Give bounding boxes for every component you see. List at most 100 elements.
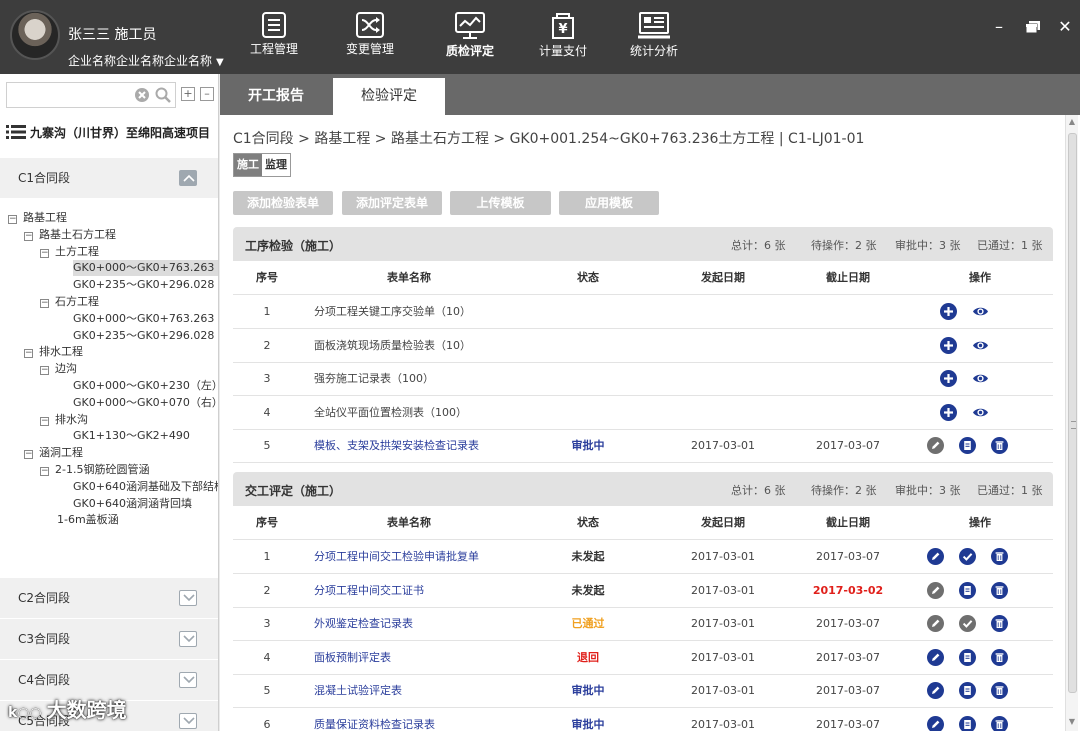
tree-node[interactable]: GK0+000～GK0+230（左） xyxy=(73,378,218,394)
scroll-up-icon[interactable]: ▲ xyxy=(1067,117,1077,127)
delete-trash-icon[interactable] xyxy=(991,682,1008,699)
document-icon[interactable] xyxy=(959,437,976,454)
delete-trash-icon[interactable] xyxy=(991,615,1008,632)
tree-node[interactable]: GK1+130～GK2+490 xyxy=(73,428,190,444)
section-c3[interactable]: C3合同段 xyxy=(0,619,218,659)
tree-node[interactable]: − 路基工程 xyxy=(8,210,67,226)
collapse-toggle-icon[interactable]: − xyxy=(24,450,33,460)
nav-measurement-payment[interactable]: ¥ 计量支付 xyxy=(521,8,605,66)
form-name-link[interactable]: 外观鉴定检查记录表 xyxy=(314,617,413,630)
nav-change-management[interactable]: 变更管理 xyxy=(328,8,412,66)
chevron-down-icon[interactable] xyxy=(179,672,197,688)
edit-pencil-icon[interactable] xyxy=(927,548,944,565)
collapse-toggle-icon[interactable]: − xyxy=(40,467,49,476)
nav-quality-inspection[interactable]: 质检评定 xyxy=(428,8,512,66)
edit-pencil-icon[interactable] xyxy=(927,648,944,666)
avatar[interactable] xyxy=(10,10,60,60)
add-inspection-form-button[interactable]: 添加检验表单 xyxy=(233,191,333,215)
tree-node[interactable]: −2-1.5钢筋砼圆管涵 xyxy=(40,462,149,478)
search-icon[interactable] xyxy=(155,87,171,103)
collapse-toggle-icon[interactable]: − xyxy=(40,366,49,376)
vertical-scrollbar[interactable]: ▲ ▼ xyxy=(1065,115,1078,731)
tree-node[interactable]: GK0+000～GK0+763.263 xyxy=(73,311,214,327)
restore-button[interactable] xyxy=(1022,16,1044,38)
chevron-up-icon[interactable] xyxy=(179,170,197,186)
delete-trash-icon[interactable] xyxy=(991,581,1008,599)
tree-node[interactable]: − 边沟 xyxy=(40,361,77,377)
delete-trash-icon[interactable] xyxy=(991,648,1008,666)
chevron-down-icon[interactable] xyxy=(179,631,197,647)
collapse-toggle-icon[interactable]: − xyxy=(40,248,49,258)
nav-statistics[interactable]: 统计分析 xyxy=(612,8,696,66)
chevron-down-icon[interactable] xyxy=(179,590,197,606)
nav-project-management[interactable]: 工程管理 xyxy=(232,8,316,66)
document-icon[interactable] xyxy=(959,581,976,599)
tree-node[interactable]: GK0+000～GK0+763.263 xyxy=(73,260,218,277)
edit-pencil-icon[interactable] xyxy=(927,615,944,632)
section-c1[interactable]: C1合同段 xyxy=(0,158,218,198)
scroll-down-icon[interactable]: ▼ xyxy=(1067,717,1077,727)
tree-node[interactable]: − 路基土石方工程 xyxy=(24,227,116,243)
project-title[interactable]: 九寨沟（川甘界）至绵阳高速项目 xyxy=(6,124,216,146)
minimize-button[interactable]: – xyxy=(988,16,1010,38)
delete-trash-icon[interactable] xyxy=(991,548,1008,565)
collapse-toggle-icon[interactable]: − xyxy=(40,299,49,308)
collapse-all-button[interactable]: – xyxy=(200,87,214,101)
tree-node[interactable]: GK0+235～GK0+296.028 xyxy=(73,328,214,344)
tree-node[interactable]: GK0+235～GK0+296.028 xyxy=(73,277,214,293)
edit-pencil-icon[interactable] xyxy=(927,581,944,599)
tree-node[interactable]: 1-6m盖板涵 xyxy=(57,512,119,528)
form-name-link[interactable]: 混凝土试验评定表 xyxy=(314,684,402,697)
apply-template-button[interactable]: 应用模板 xyxy=(559,191,659,215)
tree-node[interactable]: − 土方工程 xyxy=(40,244,99,260)
document-icon[interactable] xyxy=(959,648,976,666)
tab-start-report[interactable]: 开工报告 xyxy=(220,78,332,115)
tree-node[interactable]: − 涵洞工程 xyxy=(24,445,83,461)
form-name-link[interactable]: 分项工程中间交工检验申请批复单 xyxy=(314,550,479,563)
form-name-link[interactable]: 模板、支架及拱架安装检查记录表 xyxy=(314,439,479,452)
collapse-toggle-icon[interactable]: − xyxy=(40,416,49,426)
tree-node[interactable]: GK0+000～GK0+070（右） xyxy=(73,395,218,411)
form-name-link[interactable]: 分项工程中间交工证书 xyxy=(314,584,424,597)
collapse-toggle-icon[interactable]: − xyxy=(24,231,33,241)
tree-node[interactable]: − 排水工程 xyxy=(24,344,83,360)
tree-node[interactable]: GK0+640涵洞基础及下部结构 xyxy=(73,479,218,495)
search-input[interactable] xyxy=(7,83,132,107)
edit-pencil-icon[interactable] xyxy=(927,437,944,454)
clear-search-icon[interactable] xyxy=(134,87,150,103)
collapse-toggle-icon[interactable]: − xyxy=(24,349,33,359)
form-name-link[interactable]: 面板预制评定表 xyxy=(314,651,391,664)
tab-inspection-evaluation[interactable]: 检验评定 xyxy=(333,78,445,115)
approve-check-icon[interactable] xyxy=(959,548,976,565)
edit-pencil-icon[interactable] xyxy=(927,682,944,699)
document-icon[interactable] xyxy=(959,682,976,699)
tree-node[interactable]: GK0+640涵洞涵背回填 xyxy=(73,496,192,512)
add-icon[interactable] xyxy=(940,403,957,421)
close-button[interactable]: ✕ xyxy=(1054,16,1076,38)
role-construction[interactable]: 施工 xyxy=(234,154,262,176)
upload-template-button[interactable]: 上传模板 xyxy=(450,191,551,215)
add-icon[interactable] xyxy=(940,303,957,320)
delete-trash-icon[interactable] xyxy=(991,437,1008,454)
role-supervision[interactable]: 监理 xyxy=(262,154,290,176)
collapse-toggle-icon[interactable]: − xyxy=(8,215,17,224)
company-selector[interactable]: 企业名称企业名称企业名称 ▼ xyxy=(68,52,224,69)
approve-check-icon[interactable] xyxy=(959,615,976,632)
chevron-down-icon[interactable] xyxy=(179,713,197,729)
view-eye-icon[interactable] xyxy=(972,303,989,320)
edit-pencil-icon[interactable] xyxy=(927,715,944,731)
add-evaluation-form-button[interactable]: 添加评定表单 xyxy=(342,191,442,215)
view-eye-icon[interactable] xyxy=(972,337,989,354)
expand-all-button[interactable]: + xyxy=(181,87,195,101)
view-eye-icon[interactable] xyxy=(972,404,989,421)
tree-node[interactable]: − 排水沟 xyxy=(40,412,88,428)
view-eye-icon[interactable] xyxy=(972,370,989,387)
tree-node[interactable]: − 石方工程 xyxy=(40,294,99,310)
section-c2[interactable]: C2合同段 xyxy=(0,578,218,618)
add-icon[interactable] xyxy=(940,336,957,354)
add-icon[interactable] xyxy=(940,370,957,387)
document-icon[interactable] xyxy=(959,715,976,731)
scroll-thumb[interactable] xyxy=(1068,133,1077,693)
form-name-link[interactable]: 质量保证资料检查记录表 xyxy=(314,718,435,731)
delete-trash-icon[interactable] xyxy=(991,715,1008,731)
